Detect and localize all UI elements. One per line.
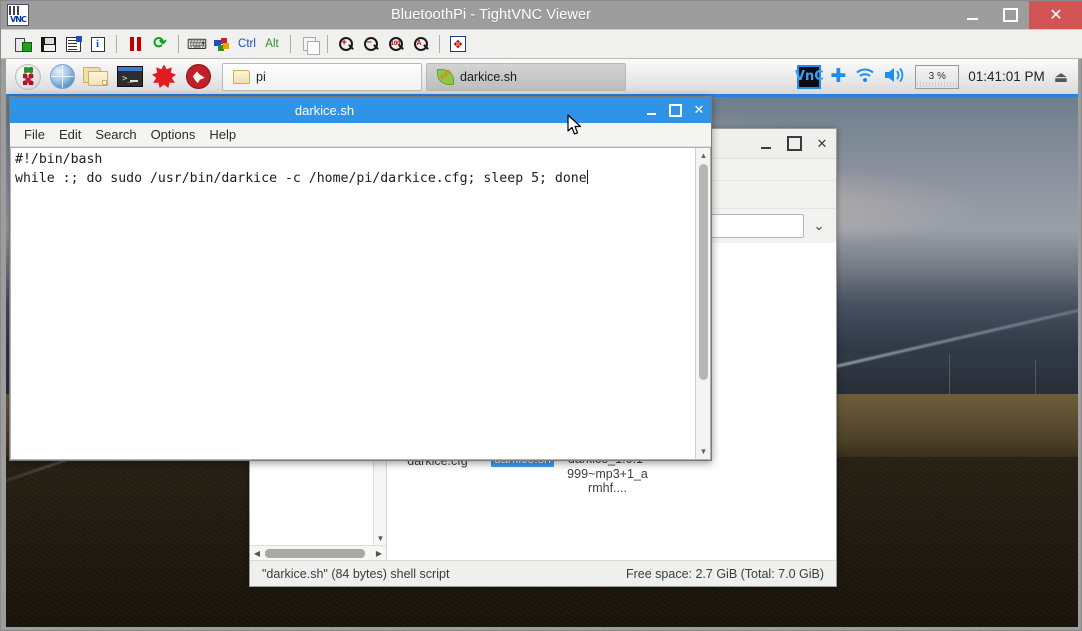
connection-info-icon[interactable] [86,32,110,56]
menu-help[interactable]: Help [209,127,236,142]
clipboard-icon[interactable] [297,32,321,56]
maximize-button[interactable] [991,1,1029,29]
system-tray: VnC ✚ 3 % 01:41:01 PM ⏏ [795,64,1078,89]
scroll-down-arrow-icon[interactable]: ▼ [374,532,386,545]
menu-options[interactable]: Options [151,127,196,142]
web-browser-icon[interactable] [46,61,78,93]
editor-line-2: while :; do sudo /usr/bin/darkice -c /ho… [15,171,587,186]
wifi-icon[interactable] [855,67,875,86]
text-editor-window: darkice.sh ✕ File Edit Search Options He… [9,96,712,461]
editor-menu-bar: File Edit Search Options Help [10,123,711,147]
eject-icon[interactable]: ⏏ [1054,68,1068,86]
bluetooth-icon[interactable]: ✚ [830,67,846,86]
scroll-right-arrow-icon[interactable]: ▶ [372,546,386,560]
toolbar-separator [439,35,440,53]
window-controls: ✕ [953,1,1082,29]
toolbar-separator [116,35,117,53]
editor-body: #!/bin/bash while :; do sudo /usr/bin/da… [10,147,711,460]
ctrl-key-button[interactable]: Ctrl [235,32,259,56]
status-selection-info: "darkice.sh" (84 bytes) shell script [262,566,450,581]
remote-desktop: >_ pi darkice.sh VnC ✚ 3 % 01:41:01 PM ⏏… [6,59,1078,627]
scroll-left-arrow-icon[interactable]: ◀ [250,546,264,560]
status-free-space: Free space: 2.7 GiB (Total: 7.0 GiB) [626,566,824,581]
tightvnc-viewer-window: VNC BluetoothPi - TightVNC Viewer ✕ ⟳ ⌨ … [0,0,1082,631]
pause-icon[interactable] [123,32,147,56]
task-button-pi[interactable]: pi [222,62,422,91]
send-keys-icon[interactable]: ⌨ [185,32,209,56]
editor-vertical-scrollbar[interactable]: ▲ ▼ [695,148,710,459]
scroll-down-arrow-icon[interactable]: ▼ [696,444,711,459]
folder-icon [233,69,250,84]
tree-horizontal-scrollbar[interactable]: ◀ ▶ [250,545,386,560]
file-manager-icon[interactable] [80,61,112,93]
menu-file[interactable]: File [24,127,45,142]
task-label: pi [256,69,266,84]
vnc-icon: VNC [7,4,29,26]
toolbar-separator [327,35,328,53]
window-title: BluetoothPi - TightVNC Viewer [390,7,592,23]
fm-maximize-button[interactable] [780,129,808,159]
mathematica-icon[interactable] [148,61,180,93]
toolbar-separator [290,35,291,53]
menu-edit[interactable]: Edit [59,127,81,142]
wifi-glyph [856,68,874,82]
zoom-in-icon[interactable]: + [334,32,358,56]
menu-search[interactable]: Search [95,127,136,142]
connection-options-icon[interactable] [61,32,85,56]
editor-maximize-button[interactable] [663,97,687,123]
task-label: darkice.sh [460,69,517,84]
cpu-usage-label: 3 % [928,71,946,82]
zoom-auto-icon[interactable]: A [409,32,433,56]
volume-glyph [885,67,904,83]
wolfram-icon[interactable] [182,61,214,93]
window-task-list: pi darkice.sh [222,62,626,91]
fm-minimize-button[interactable] [752,129,780,159]
minimize-button[interactable] [953,1,991,29]
zoom-out-icon[interactable]: − [359,32,383,56]
editor-text-area[interactable]: #!/bin/bash while :; do sudo /usr/bin/da… [11,148,695,459]
task-button-darkice[interactable]: darkice.sh [426,62,626,91]
toolbar-separator [178,35,179,53]
cad-glyph [214,37,229,51]
scrollbar-thumb[interactable] [699,164,708,380]
editor-line-1: #!/bin/bash [15,152,103,167]
chevron-down-icon[interactable]: ⌄ [810,218,828,234]
new-connection-icon[interactable] [11,32,35,56]
alt-key-button[interactable]: Alt [260,32,284,56]
save-session-icon[interactable] [36,32,60,56]
file-manager-status-bar: "darkice.sh" (84 bytes) shell script Fre… [250,560,836,586]
vnc-server-tray-icon[interactable]: VnC [795,64,824,89]
launcher-bar: >_ [6,61,214,93]
text-caret [586,170,588,184]
terminal-icon[interactable]: >_ [114,61,146,93]
scroll-up-arrow-icon[interactable]: ▲ [696,148,711,163]
cpu-usage-monitor[interactable]: 3 % [915,64,960,89]
zoom-100-icon[interactable]: 100 [384,32,408,56]
volume-icon[interactable] [884,66,906,87]
raspberry-menu-icon[interactable] [12,61,44,93]
editor-minimize-button[interactable] [639,97,663,123]
editor-title-bar: darkice.sh ✕ [10,97,711,123]
close-button[interactable]: ✕ [1029,1,1082,29]
editor-close-button[interactable]: ✕ [687,97,711,123]
leafpad-icon [437,68,454,85]
fullscreen-icon[interactable]: ✥ [446,32,470,56]
send-ctrl-alt-del-icon[interactable] [210,32,234,56]
refresh-icon[interactable]: ⟳ [148,32,172,56]
lxpanel-taskbar: >_ pi darkice.sh VnC ✚ 3 % 01:41:01 PM ⏏ [6,59,1078,97]
editor-title: darkice.sh [294,102,355,118]
scrollbar-thumb[interactable] [265,549,365,558]
vnc-toolbar: ⟳ ⌨ Ctrl Alt + − 100 A ✥ [1,29,1082,59]
fm-close-button[interactable]: ✕ [808,129,836,159]
clock[interactable]: 01:41:01 PM [968,69,1045,84]
vnc-title-bar: VNC BluetoothPi - TightVNC Viewer ✕ [1,1,1082,29]
